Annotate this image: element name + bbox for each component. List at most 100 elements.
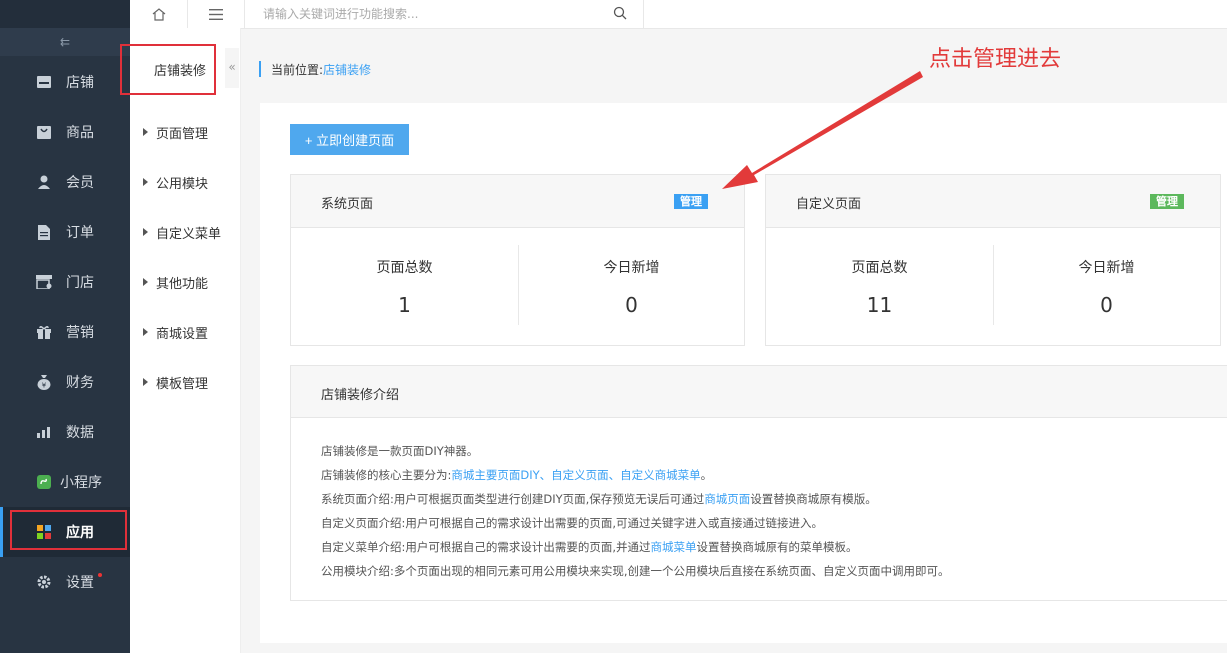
intro-line: 店铺装修的核心主要分为:商城主要页面DIY、自定义页面、自定义商城菜单。 <box>321 467 712 483</box>
gear-icon <box>36 574 52 590</box>
nav-label: 财务 <box>66 375 94 391</box>
collapse-nav-button[interactable]: ⇇ <box>0 28 130 56</box>
breadcrumb: 当前位置: 店铺装修 <box>259 61 371 77</box>
nav-label: 营销 <box>66 325 94 341</box>
intro-text: 。 <box>700 468 713 482</box>
nav-item-member[interactable]: 会员 <box>0 157 130 207</box>
intro-separator: 、 <box>539 468 552 482</box>
stat-value: 1 <box>398 293 411 317</box>
intro-link-mall-menu[interactable]: 商城菜单 <box>651 540 697 554</box>
intro-link-mall-page[interactable]: 商城页面 <box>704 492 750 506</box>
sub-nav-label: 公用模块 <box>156 176 209 192</box>
store-icon <box>36 74 52 90</box>
sub-nav-label: 其他功能 <box>156 276 209 292</box>
breadcrumb-prefix: 当前位置: <box>271 62 324 77</box>
intro-panel: 店铺装修介绍 店铺装修是一款页面DIY神器。 店铺装修的核心主要分为:商城主要页… <box>290 365 1227 601</box>
stat-value: 0 <box>1100 293 1113 317</box>
nav-item-finance[interactable]: ¥ 财务 <box>0 357 130 407</box>
sub-nav-collapse-button[interactable]: « <box>225 48 239 88</box>
gift-icon <box>36 324 52 340</box>
nav-item-orders[interactable]: 订单 <box>0 207 130 257</box>
search-box <box>245 0 644 28</box>
miniprogram-icon <box>36 474 52 490</box>
sub-nav-item-template[interactable]: 模板管理 <box>130 357 240 407</box>
intro-link-main-page[interactable]: 商城主要页面DIY <box>451 468 539 482</box>
stat-total: 页面总数 11 <box>766 227 993 345</box>
nav-label: 设置 <box>66 575 94 591</box>
stat-today: 今日新增 0 <box>993 227 1220 345</box>
nav-label: 数据 <box>66 425 94 441</box>
highlight-frame-shop-decor <box>120 44 216 95</box>
left-nav: ⇇ 店铺 商品 会员 订单 门店 营销 ¥ 财务 数据 小程序 应用 设置 <box>0 0 130 653</box>
annotation-arrow-icon <box>722 71 923 189</box>
shop-icon <box>36 274 52 290</box>
intro-link-custom-page[interactable]: 自定义页面 <box>551 468 609 482</box>
sub-nav-label: 模板管理 <box>156 376 209 392</box>
stat-today: 今日新增 0 <box>518 227 745 345</box>
sub-nav-item-other[interactable]: 其他功能 <box>130 257 240 307</box>
sub-nav-label: 页面管理 <box>156 126 209 142</box>
sub-nav-label: 商城设置 <box>156 326 209 342</box>
user-icon <box>36 174 52 190</box>
top-bar <box>130 0 1227 29</box>
caret-right-icon <box>143 278 148 286</box>
caret-right-icon <box>143 328 148 336</box>
sub-nav-item-common-module[interactable]: 公用模块 <box>130 157 240 207</box>
nav-label: 商品 <box>66 125 94 141</box>
nav-item-goods[interactable]: 商品 <box>0 107 130 157</box>
intro-text: 设置替换商城原有的菜单模板。 <box>696 540 858 554</box>
breadcrumb-current[interactable]: 店铺装修 <box>323 61 371 78</box>
hamburger-icon <box>208 8 223 20</box>
nav-item-settings[interactable]: 设置 <box>0 557 130 607</box>
nav-item-marketing[interactable]: 营销 <box>0 307 130 357</box>
sub-nav-item-custom-menu[interactable]: 自定义菜单 <box>130 207 240 257</box>
search-input[interactable] <box>261 6 605 22</box>
nav-item-store[interactable]: 店铺 <box>0 57 130 107</box>
nav-item-miniprogram[interactable]: 小程序 <box>0 457 130 507</box>
caret-right-icon <box>143 178 148 186</box>
intro-separator: 、 <box>608 468 621 482</box>
stat-total: 页面总数 1 <box>291 227 518 345</box>
active-indicator <box>0 507 3 557</box>
create-page-button[interactable]: + 立即创建页面 <box>290 124 409 155</box>
card-title: 系统页面 <box>321 197 374 212</box>
stat-label: 今日新增 <box>1078 260 1135 276</box>
nav-label: 订单 <box>66 225 94 241</box>
home-button[interactable] <box>130 0 188 28</box>
nav-label: 门店 <box>66 275 94 291</box>
sub-nav: 店铺装修 « 页面管理 公用模块 自定义菜单 其他功能 商城设置 模板管理 <box>130 28 241 653</box>
intro-text: 设置替换商城原有模版。 <box>750 492 877 506</box>
nav-top-strip <box>0 0 130 28</box>
nav-item-shop[interactable]: 门店 <box>0 257 130 307</box>
svg-text:¥: ¥ <box>42 381 47 389</box>
sub-nav-item-page-manage[interactable]: 页面管理 <box>130 107 240 157</box>
nav-label: 会员 <box>66 175 94 191</box>
bag-icon <box>36 124 52 140</box>
stat-value: 0 <box>625 293 638 317</box>
home-icon <box>152 7 165 21</box>
system-page-card: 系统页面 管理 页面总数 1 今日新增 0 <box>290 174 745 346</box>
stat-label: 页面总数 <box>376 260 433 276</box>
highlight-frame-apps <box>10 510 127 550</box>
custom-manage-button[interactable]: 管理 <box>1150 194 1184 209</box>
money-bag-icon: ¥ <box>36 374 52 390</box>
caret-right-icon <box>143 128 148 136</box>
intro-line: 自定义菜单介绍:用户可根据自己的需求设计出需要的页面,并通过商城菜单设置替换商城… <box>321 539 858 555</box>
intro-text: 自定义菜单介绍:用户可根据自己的需求设计出需要的页面,并通过 <box>321 540 651 554</box>
sub-nav-item-mall-settings[interactable]: 商城设置 <box>130 307 240 357</box>
nav-item-data[interactable]: 数据 <box>0 407 130 457</box>
menu-button[interactable] <box>187 0 245 28</box>
intro-text: 店铺装修的核心主要分为: <box>321 468 452 482</box>
stat-label: 页面总数 <box>851 260 908 276</box>
document-icon <box>36 224 52 240</box>
intro-header <box>291 366 1227 418</box>
intro-link-custom-menu[interactable]: 自定义商城菜单 <box>620 468 701 482</box>
nav-label: 小程序 <box>60 475 102 491</box>
intro-line: 系统页面介绍:用户可根据页面类型进行创建DIY页面,保存预览无误后可通过商城页面… <box>321 491 877 507</box>
sub-nav-label: 自定义菜单 <box>156 226 222 242</box>
intro-line: 店铺装修是一款页面DIY神器。 <box>321 444 479 458</box>
search-icon[interactable] <box>613 6 627 20</box>
nav-label: 店铺 <box>66 75 94 91</box>
notification-dot <box>98 573 102 577</box>
caret-right-icon <box>143 228 148 236</box>
